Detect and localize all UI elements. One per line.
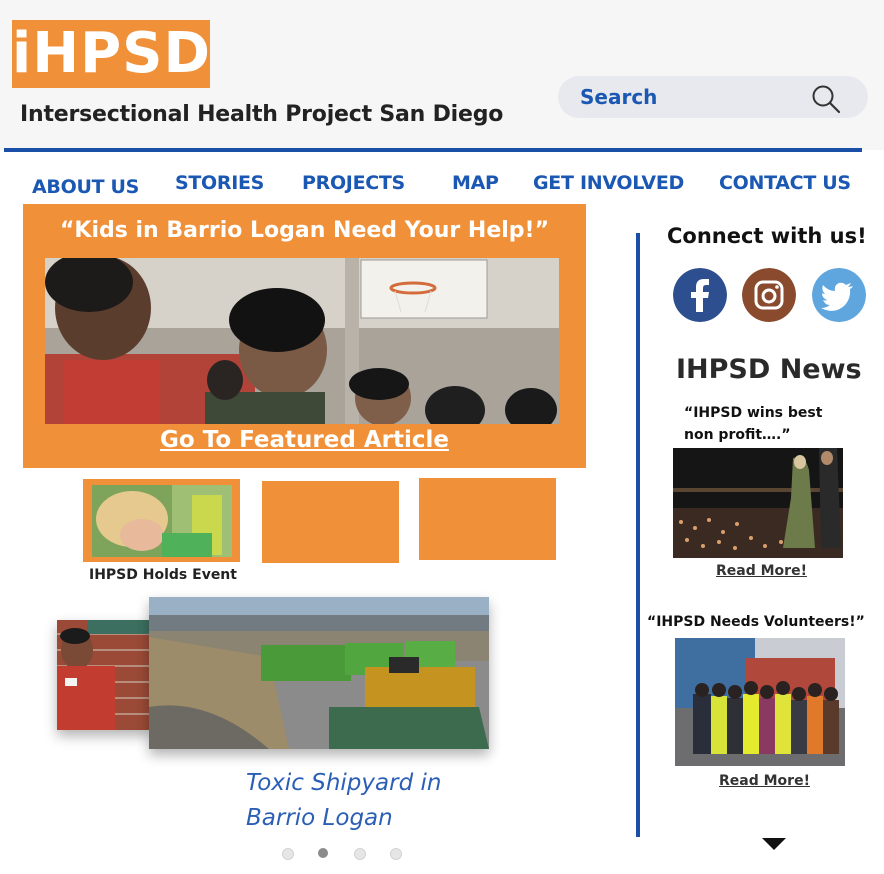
news-read-more-2[interactable]: Read More!	[719, 773, 810, 789]
nav-about-us[interactable]: ABOUT US	[32, 176, 139, 198]
instagram-icon[interactable]	[742, 268, 796, 322]
thumbnail-placeholder-2[interactable]	[262, 481, 399, 563]
site-logo[interactable]: iHPSD	[12, 20, 210, 88]
carousel-slide-previous[interactable]	[57, 620, 152, 730]
news-headline-1[interactable]: “IHPSD wins best non profit….”	[684, 402, 834, 446]
featured-article-image[interactable]	[45, 258, 559, 424]
thumbnail-caption: IHPSD Holds Event	[89, 567, 237, 583]
carousel-dot-4[interactable]	[390, 848, 402, 860]
main-nav: ABOUT US STORIES PROJECTS MAP GET INVOLV…	[0, 172, 884, 202]
scroll-down-arrow-icon[interactable]	[762, 838, 786, 850]
header-divider	[4, 148, 862, 152]
news-image-2[interactable]	[675, 638, 845, 766]
thumbnail-placeholder-3[interactable]	[419, 478, 556, 560]
connect-title: Connect with us!	[667, 224, 867, 248]
carousel-dot-1[interactable]	[282, 848, 294, 860]
search-icon[interactable]	[810, 84, 842, 114]
news-headline-2[interactable]: “IHPSD Needs Volunteers!”	[647, 611, 865, 633]
carousel-dot-2-active[interactable]	[318, 848, 328, 858]
featured-article-card[interactable]: “Kids in Barrio Logan Need Your Help!” G…	[23, 204, 586, 468]
sidebar-divider	[636, 233, 640, 837]
nav-contact-us[interactable]: CONTACT US	[719, 172, 851, 194]
site-tagline: Intersectional Health Project San Diego	[20, 102, 504, 127]
nav-stories[interactable]: STORIES	[175, 172, 264, 194]
featured-article-link[interactable]: Go To Featured Article	[23, 427, 586, 453]
facebook-icon[interactable]	[673, 268, 727, 322]
nav-get-involved[interactable]: GET INVOLVED	[533, 172, 684, 194]
twitter-icon[interactable]	[812, 268, 866, 322]
news-title: IHPSD News	[676, 354, 862, 385]
news-read-more-1[interactable]: Read More!	[716, 563, 807, 579]
search-input[interactable]	[580, 82, 790, 112]
nav-map[interactable]: MAP	[452, 172, 499, 194]
news-image-1[interactable]	[673, 448, 843, 558]
nav-projects[interactable]: PROJECTS	[302, 172, 405, 194]
thumbnail-event[interactable]	[83, 479, 240, 562]
carousel-caption[interactable]: Toxic Shipyard in Barrio Logan	[246, 766, 506, 836]
carousel-dot-3[interactable]	[354, 848, 366, 860]
featured-article-title: “Kids in Barrio Logan Need Your Help!”	[59, 218, 550, 243]
carousel-slide-active[interactable]	[149, 597, 489, 749]
